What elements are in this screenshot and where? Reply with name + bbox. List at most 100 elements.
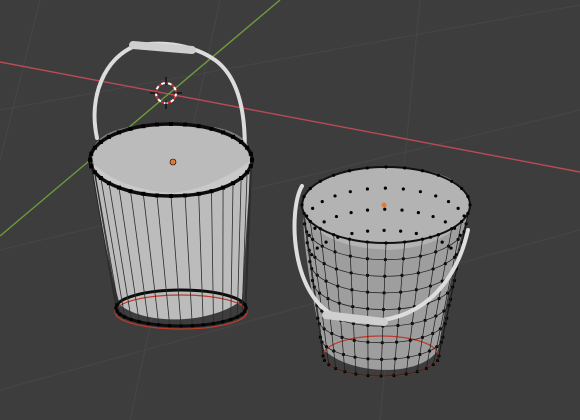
rim-vertex: [92, 170, 97, 175]
handle-grip: [129, 41, 196, 54]
rim-vertex: [89, 151, 94, 156]
mesh-vertex: [348, 190, 352, 194]
mesh-vertex: [333, 194, 337, 198]
rim-vertex: [243, 309, 247, 313]
mesh-vertex: [365, 166, 369, 170]
mesh-vertex: [302, 194, 306, 199]
mesh-vertex: [420, 169, 425, 173]
rim-vertex: [196, 191, 201, 196]
mesh-vertex: [401, 187, 405, 191]
rim-vertex: [244, 306, 248, 310]
rim-vertex: [190, 324, 194, 328]
mesh-vertex: [315, 246, 319, 250]
rim-vertex: [129, 317, 133, 322]
mesh-vertex: [450, 179, 454, 183]
mesh-vertex: [452, 226, 457, 230]
viewport-canvas[interactable]: [0, 0, 580, 420]
mesh-vertex: [443, 220, 447, 224]
mesh-vertex: [324, 240, 328, 244]
rim-vertex: [183, 122, 188, 127]
mesh-vertex: [466, 194, 470, 199]
mesh-vertex: [365, 187, 370, 191]
mesh-vertex: [418, 190, 423, 194]
mesh-vertex: [434, 194, 438, 198]
rim-vertex: [239, 140, 244, 144]
mesh-vertex: [403, 166, 407, 170]
rim-vertex: [239, 176, 244, 180]
bucket-mesh-object[interactable]: [292, 165, 472, 378]
rim-vertex: [141, 124, 146, 129]
floor-grid: [0, 0, 580, 420]
rim-vertex: [248, 151, 253, 156]
rim-vertex: [88, 158, 92, 162]
rim-vertex: [229, 317, 233, 322]
rim-vertex: [248, 164, 253, 169]
rim-vertex: [196, 124, 201, 129]
mesh-vertex: [320, 199, 324, 204]
mesh-vertex: [365, 208, 370, 212]
x-axis-line: [0, 61, 580, 173]
mesh-vertex: [456, 206, 460, 210]
rim-vertex: [235, 315, 239, 319]
rim-vertex: [221, 185, 226, 190]
mesh-vertex: [428, 235, 433, 239]
rim-vertex: [137, 320, 141, 324]
mesh-vertex: [349, 210, 353, 215]
rim-vertex: [169, 194, 173, 198]
mesh-vertex: [414, 231, 418, 236]
rim-vertex: [169, 122, 173, 126]
mesh-vertex: [431, 214, 435, 219]
mesh-vertex: [460, 186, 464, 191]
mesh-vertex: [308, 186, 312, 191]
rim-vertex: [141, 191, 146, 196]
rim-vertex: [128, 189, 133, 194]
rim-vertex: [106, 134, 111, 139]
rim-vertex: [128, 126, 133, 131]
rim-vertex: [146, 321, 151, 326]
rim-vertex: [209, 126, 214, 131]
rim-vertex: [183, 193, 188, 198]
object-origin-dot: [169, 158, 177, 166]
rim-vertex: [179, 324, 183, 328]
rim-vertex: [245, 170, 250, 175]
mesh-vertex: [436, 173, 440, 177]
mesh-vertex: [347, 169, 352, 173]
rim-vertex: [89, 164, 94, 169]
3d-viewport[interactable]: [0, 0, 580, 420]
mesh-vertex: [399, 229, 403, 233]
rim-vertex: [98, 176, 103, 180]
rim-vertex: [115, 309, 119, 313]
rim-vertex: [106, 181, 111, 186]
rim-vertex: [201, 323, 205, 327]
mesh-vertex: [383, 186, 387, 190]
rim-vertex: [168, 324, 172, 328]
bucket-object[interactable]: [88, 41, 254, 330]
mesh-vertex: [334, 214, 339, 219]
rim-vertex: [115, 303, 119, 307]
mesh-vertex: [449, 246, 453, 250]
mesh-vertex: [318, 179, 322, 183]
rim-vertex: [116, 130, 121, 135]
mesh-origin-dot: [381, 202, 387, 208]
rim-vertex: [123, 315, 127, 319]
rim-vertex: [211, 321, 216, 326]
mesh-vertex: [400, 208, 404, 212]
mesh-vertex: [384, 165, 388, 169]
rim-vertex: [250, 158, 254, 162]
rim-vertex: [118, 312, 122, 316]
mesh-vertex: [311, 206, 315, 210]
mesh-vertex: [383, 207, 387, 211]
rim-vertex: [221, 130, 226, 135]
mesh-vertex: [322, 220, 326, 224]
mesh-vertex: [462, 214, 466, 218]
mesh-vertex: [446, 199, 451, 204]
rim-vertex: [116, 185, 121, 190]
rim-vertex: [98, 140, 103, 144]
rim-vertex: [231, 134, 236, 139]
rim-vertex: [245, 145, 250, 150]
rim-vertex: [157, 323, 161, 327]
rim-vertex: [92, 145, 97, 150]
mesh-vertex: [366, 229, 370, 233]
mesh-vertex: [305, 214, 309, 218]
mesh-vertex: [382, 228, 386, 232]
